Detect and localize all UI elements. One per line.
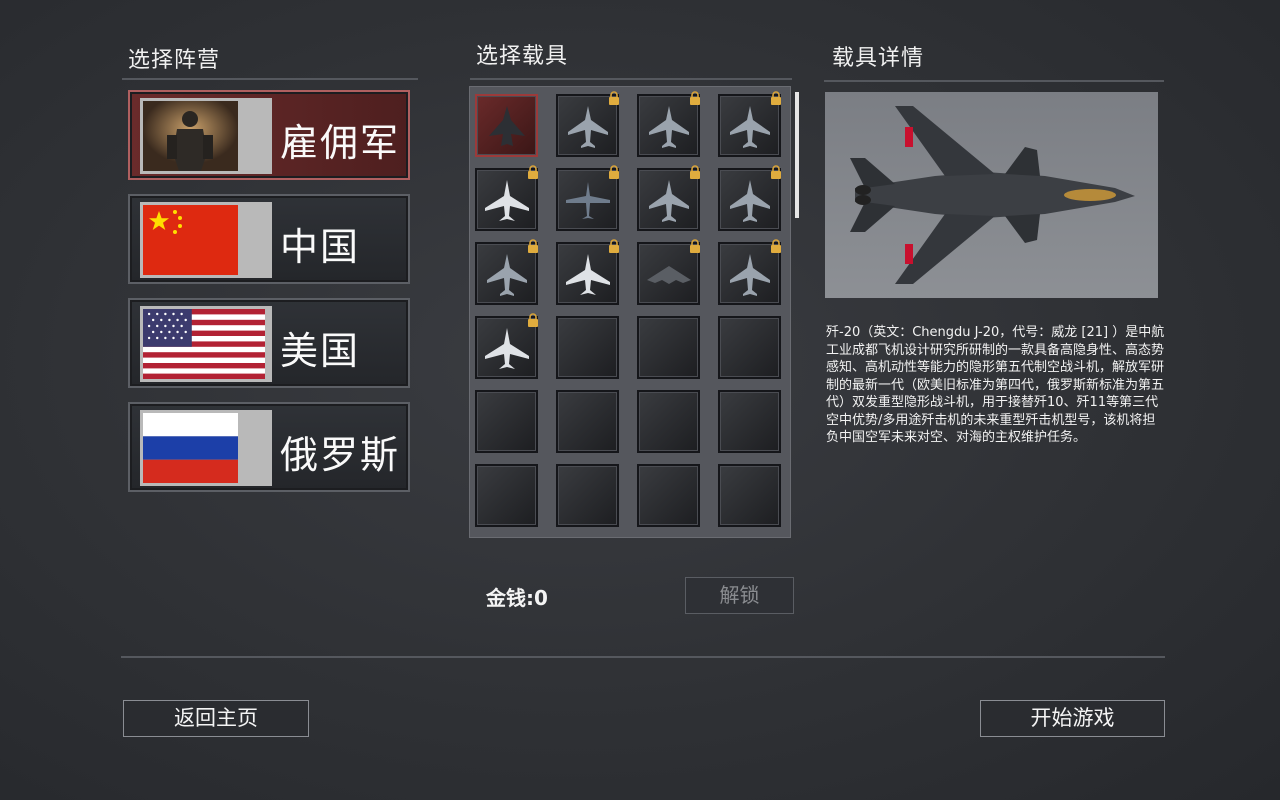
transport-icon <box>566 182 610 219</box>
vehicle-slot[interactable] <box>556 316 619 379</box>
stealth-fighter-icon <box>489 106 525 146</box>
russia-thumbnail <box>140 410 272 486</box>
faction-header: 选择阵营 <box>128 48 221 73</box>
fighter-icon <box>730 106 770 148</box>
vehicle-slot[interactable] <box>556 464 619 527</box>
bomber-icon <box>485 328 529 369</box>
fighter-icon <box>487 254 527 296</box>
stealth-fighter-icon <box>850 106 1135 284</box>
bomber-icon <box>485 180 529 221</box>
vehicle-slot[interactable] <box>475 165 538 231</box>
vehicle-slot[interactable] <box>637 464 700 527</box>
vehicle-slot[interactable] <box>475 313 538 379</box>
lock-icon <box>607 164 621 179</box>
lock-icon <box>769 164 783 179</box>
faction-usa[interactable]: 美国 <box>128 298 410 388</box>
vehicle-divider <box>470 78 792 80</box>
lock-icon <box>769 90 783 105</box>
vehicle-slot[interactable] <box>556 165 619 231</box>
faction-label: 美国 <box>280 329 361 373</box>
soldier-icon <box>143 101 238 171</box>
vehicle-header: 选择载具 <box>476 44 569 69</box>
vehicle-slot[interactable] <box>718 165 781 231</box>
vehicle-slot[interactable] <box>637 91 700 157</box>
vehicle-grid-scrollbar[interactable] <box>795 92 799 218</box>
vehicle-description: 歼-20（英文：Chengdu J-20，代号：威龙 [21] ）是中航工业成都… <box>826 325 1165 445</box>
vehicle-slot[interactable] <box>475 390 538 453</box>
lock-icon <box>688 90 702 105</box>
stealth-bomber-icon <box>647 266 691 284</box>
faction-label: 中国 <box>280 225 361 269</box>
detail-header: 载具详情 <box>832 46 925 71</box>
back-home-button[interactable]: 返回主页 <box>123 700 309 737</box>
china-thumbnail <box>140 202 272 278</box>
fighter-icon <box>730 180 770 222</box>
lock-icon <box>769 238 783 253</box>
vehicle-slot[interactable] <box>556 390 619 453</box>
vehicle-slot[interactable] <box>637 390 700 453</box>
usa-flag-icon <box>143 309 265 379</box>
lock-icon <box>607 238 621 253</box>
vehicle-slot[interactable] <box>475 239 538 305</box>
vehicle-slot[interactable] <box>718 464 781 527</box>
faction-russia[interactable]: 俄罗斯 <box>128 402 410 492</box>
vehicle-slot[interactable] <box>556 239 619 305</box>
vehicle-slot[interactable] <box>475 94 538 157</box>
vehicle-slot[interactable] <box>637 316 700 379</box>
vehicle-slot[interactable] <box>718 316 781 379</box>
bomber-icon <box>566 254 610 295</box>
vehicle-slot[interactable] <box>475 464 538 527</box>
vehicle-preview <box>825 92 1158 298</box>
lock-icon <box>688 164 702 179</box>
fighter-icon <box>568 106 608 148</box>
fighter-icon <box>649 106 689 148</box>
vehicle-slot[interactable] <box>637 165 700 231</box>
fighter-icon <box>649 180 689 222</box>
lock-icon <box>607 90 621 105</box>
faction-divider <box>122 78 418 80</box>
start-game-button[interactable]: 开始游戏 <box>980 700 1165 737</box>
vehicle-slot[interactable] <box>718 91 781 157</box>
vehicle-slot[interactable] <box>637 239 700 305</box>
vehicle-slot[interactable] <box>718 390 781 453</box>
lock-icon <box>526 164 540 179</box>
bottom-divider <box>121 656 1165 658</box>
lock-icon <box>526 238 540 253</box>
detail-divider <box>824 80 1164 82</box>
unlock-button[interactable]: 解锁 <box>685 577 794 614</box>
fighter-icon <box>730 254 770 296</box>
faction-label: 俄罗斯 <box>280 433 401 477</box>
money-label: 金钱:0 <box>486 586 548 610</box>
russia-flag-icon <box>143 413 238 483</box>
usa-thumbnail <box>140 306 272 382</box>
china-flag-icon <box>143 205 238 275</box>
faction-china[interactable]: 中国 <box>128 194 410 284</box>
faction-mercenary[interactable]: 雇佣军 <box>128 90 410 180</box>
vehicle-slot[interactable] <box>556 91 619 157</box>
lock-icon <box>526 312 540 327</box>
mercenary-thumbnail <box>140 98 272 174</box>
lock-icon <box>688 238 702 253</box>
vehicle-slot[interactable] <box>718 239 781 305</box>
faction-label: 雇佣军 <box>280 121 401 165</box>
